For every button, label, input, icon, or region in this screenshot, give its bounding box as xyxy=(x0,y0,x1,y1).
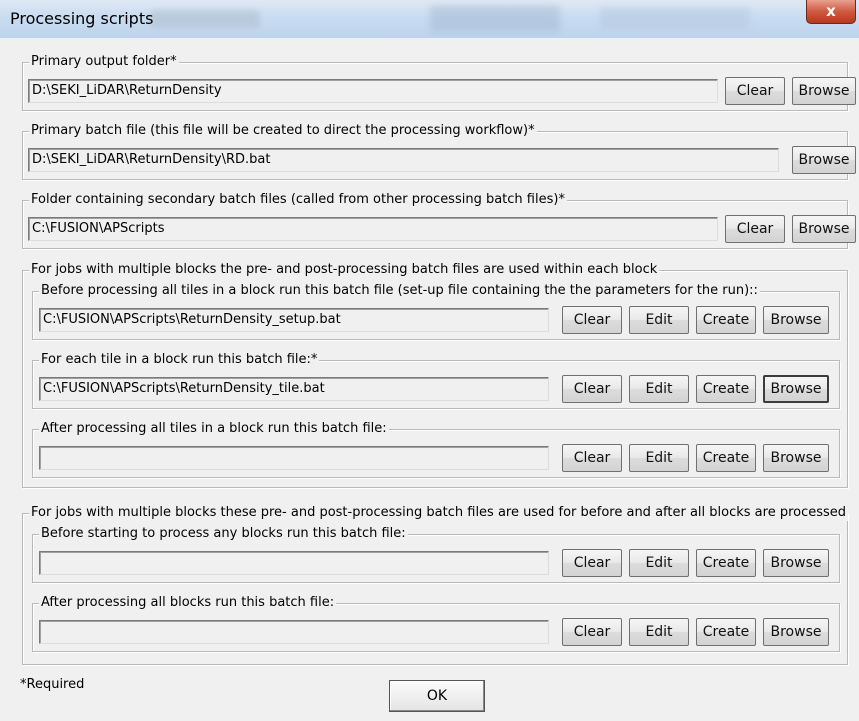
block-after-clear-button[interactable]: Clear xyxy=(562,444,622,472)
all-after-label: After processing all blocks run this bat… xyxy=(39,595,337,611)
close-button[interactable]: x xyxy=(806,0,856,24)
all-after-edit-button[interactable]: Edit xyxy=(629,618,689,646)
window-title: Processing scripts xyxy=(10,9,154,28)
all-after-group: After processing all blocks run this bat… xyxy=(32,595,840,652)
close-icon: x xyxy=(826,2,836,20)
block-each-field[interactable]: C:\FUSION\APScripts\ReturnDensity_tile.b… xyxy=(39,377,549,401)
ok-button[interactable]: OK xyxy=(389,680,485,712)
primary-output-group: Primary output folder* D:\SEKI_LiDAR\Ret… xyxy=(22,54,856,111)
primary-output-field[interactable]: D:\SEKI_LiDAR\ReturnDensity xyxy=(28,79,718,103)
all-before-browse-button[interactable]: Browse xyxy=(763,549,829,577)
all-after-clear-button[interactable]: Clear xyxy=(562,618,622,646)
all-after-create-button[interactable]: Create xyxy=(696,618,756,646)
secondary-folder-clear-button[interactable]: Clear xyxy=(725,215,785,243)
block-each-browse-button[interactable]: Browse xyxy=(763,375,829,403)
all-before-field[interactable] xyxy=(39,551,549,575)
all-before-edit-button[interactable]: Edit xyxy=(629,549,689,577)
primary-batch-field[interactable]: D:\SEKI_LiDAR\ReturnDensity\RD.bat xyxy=(28,148,779,172)
block-after-field[interactable] xyxy=(39,446,549,470)
all-before-group: Before starting to process any blocks ru… xyxy=(32,526,840,583)
all-before-create-button[interactable]: Create xyxy=(696,549,756,577)
all-after-field[interactable] xyxy=(39,620,549,644)
secondary-folder-browse-button[interactable]: Browse xyxy=(792,215,856,243)
block-before-label: Before processing all tiles in a block r… xyxy=(39,283,760,299)
block-before-create-button[interactable]: Create xyxy=(696,306,756,334)
block-each-label: For each tile in a block run this batch … xyxy=(39,352,320,368)
block-after-create-button[interactable]: Create xyxy=(696,444,756,472)
primary-batch-group: Primary batch file (this file will be cr… xyxy=(22,123,856,180)
dialog-body: Primary output folder* D:\SEKI_LiDAR\Ret… xyxy=(11,38,859,721)
all-before-label: Before starting to process any blocks ru… xyxy=(39,526,408,542)
secondary-folder-group: Folder containing secondary batch files … xyxy=(22,192,856,249)
block-after-edit-button[interactable]: Edit xyxy=(629,444,689,472)
block-each-create-button[interactable]: Create xyxy=(696,375,756,403)
block-after-group: After processing all tiles in a block ru… xyxy=(32,421,840,478)
block-after-label: After processing all tiles in a block ru… xyxy=(39,421,389,437)
all-after-browse-button[interactable]: Browse xyxy=(763,618,829,646)
primary-batch-browse-button[interactable]: Browse xyxy=(792,146,856,174)
within-block-label: For jobs with multiple blocks the pre- a… xyxy=(29,262,660,278)
primary-output-browse-button[interactable]: Browse xyxy=(792,77,856,105)
all-blocks-group: For jobs with multiple blocks these pre-… xyxy=(22,505,849,665)
secondary-folder-label: Folder containing secondary batch files … xyxy=(29,192,567,208)
block-before-clear-button[interactable]: Clear xyxy=(562,306,622,334)
block-before-browse-button[interactable]: Browse xyxy=(763,306,829,334)
primary-output-clear-button[interactable]: Clear xyxy=(725,77,785,105)
block-each-edit-button[interactable]: Edit xyxy=(629,375,689,403)
block-after-browse-button[interactable]: Browse xyxy=(763,444,829,472)
block-before-group: Before processing all tiles in a block r… xyxy=(32,283,840,340)
block-before-edit-button[interactable]: Edit xyxy=(629,306,689,334)
all-blocks-label: For jobs with multiple blocks these pre-… xyxy=(29,505,849,521)
title-bar: Processing scripts x xyxy=(0,0,859,38)
block-before-field[interactable]: C:\FUSION\APScripts\ReturnDensity_setup.… xyxy=(39,308,549,332)
primary-output-label: Primary output folder* xyxy=(29,54,179,70)
within-block-group: For jobs with multiple blocks the pre- a… xyxy=(22,262,848,488)
primary-batch-label: Primary batch file (this file will be cr… xyxy=(29,123,537,139)
block-each-clear-button[interactable]: Clear xyxy=(562,375,622,403)
required-note: *Required xyxy=(20,677,85,692)
all-before-clear-button[interactable]: Clear xyxy=(562,549,622,577)
block-each-group: For each tile in a block run this batch … xyxy=(32,352,840,409)
secondary-folder-field[interactable]: C:\FUSION\APScripts xyxy=(28,217,718,241)
